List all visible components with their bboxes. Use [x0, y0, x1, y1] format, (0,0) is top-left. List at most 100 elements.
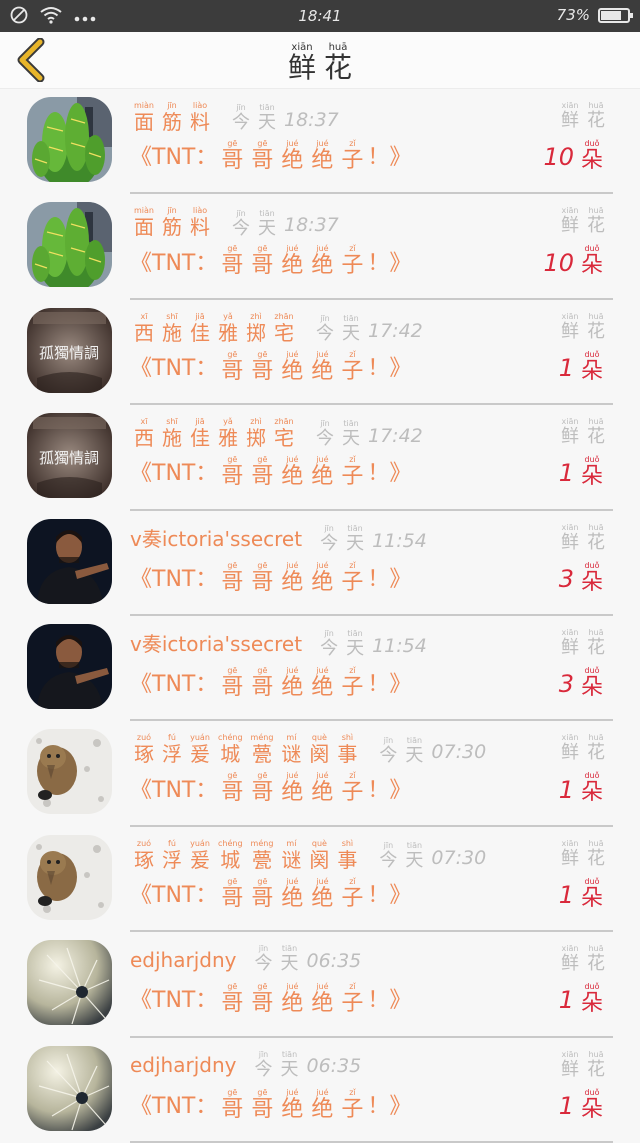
send-time: 18:37 [284, 214, 339, 237]
avatar[interactable] [27, 729, 112, 815]
message-char: gē 哥 [251, 1087, 274, 1122]
avatar[interactable]: 孤獨情調 [27, 413, 112, 499]
flowers-char: huā 花 [587, 206, 605, 237]
unit-char: duǒ 朵 [580, 560, 603, 595]
message-char: jué 绝 [311, 665, 334, 700]
flowers-char: huā 花 [587, 311, 605, 342]
date-label: jīn 今 tiān 天 07:30 [375, 736, 486, 766]
name-char: shī 施 [162, 417, 182, 451]
list-item[interactable]: miàn 面 jīn 筋 liào 料 jīn 今 tiān 天 18:37 xiān 鲜 huā 花《TN… [0, 89, 640, 195]
title-char: xiān 鲜 [287, 42, 316, 85]
flowers-char: xiān 鲜 [561, 1049, 579, 1080]
name-char: zhān 宅 [274, 417, 294, 451]
name-char: méng 甍 [250, 838, 274, 872]
unit-char: duǒ 朵 [580, 1087, 603, 1122]
flowers-char: huā 花 [587, 1049, 605, 1080]
message-char: jué 绝 [281, 244, 304, 279]
send-time: 07:30 [431, 846, 487, 869]
status-time: 18:41 [298, 7, 342, 25]
avatar[interactable] [27, 623, 112, 709]
flowers-char: xiān 鲜 [561, 522, 579, 553]
date-label: jīn 今 tiān 天 18:37 [228, 103, 339, 133]
message-char: gē 哥 [251, 771, 274, 806]
message-char: zǐ 子 [341, 876, 364, 911]
avatar[interactable] [27, 518, 112, 604]
name-char: chéng 城 [218, 733, 243, 767]
sender-name: v奏ictoria'ssecret [130, 631, 303, 656]
message-char: gē 哥 [221, 244, 244, 279]
message-char: zǐ 子 [341, 560, 364, 595]
message-char: jué 绝 [311, 1087, 334, 1122]
date-char: tiān 天 [346, 523, 365, 554]
unit-char: duǒ 朵 [580, 349, 603, 384]
list-item-content: edjharjdny jīn 今 tiān 天 06:35 xiān 鲜 huā 花《TNT： gē… [130, 1038, 613, 1143]
flower-count: 1 duǒ 朵 [558, 982, 603, 1017]
avatar[interactable]: 孤獨情調 [27, 307, 112, 393]
avatar[interactable] [27, 834, 112, 920]
name-char: liào 料 [190, 206, 210, 240]
message-char: zǐ 子 [341, 349, 364, 384]
sender-name: miàn 面 jīn 筋 liào 料 [130, 206, 214, 238]
list-item[interactable]: edjharjdny jīn 今 tiān 天 06:35 xiān 鲜 huā 花《TNT： gē… [0, 1038, 640, 1143]
list-item[interactable]: zuó 琢 fú 浮 yuán 爰 chéng 城 méng 甍 mí 谜 què 阕 shì 事 jīn 今 ti… [0, 721, 640, 827]
date-char: jīn 今 [379, 840, 398, 871]
message-char: jué 绝 [281, 349, 304, 384]
name-char: méng 甍 [250, 733, 274, 767]
flower-count: 1 duǒ 朵 [558, 349, 603, 384]
date-char: tiān 天 [342, 313, 360, 344]
avatar[interactable] [27, 1045, 112, 1131]
name-char: yuán 爰 [190, 838, 210, 872]
unit-char: duǒ 朵 [580, 665, 603, 700]
message-char: jué 绝 [281, 771, 304, 806]
send-time: 17:42 [368, 319, 423, 342]
avatar[interactable] [27, 202, 112, 288]
flowers-label: xiān 鲜 huā 花 [557, 312, 609, 342]
date-char: jīn 今 [379, 735, 398, 766]
message-char: gē 哥 [221, 455, 244, 490]
name-char: què 阕 [309, 733, 330, 767]
send-time: 11:54 [372, 529, 427, 552]
list-item[interactable]: edjharjdny jīn 今 tiān 天 06:35 xiān 鲜 huā 花《TNT： gē… [0, 932, 640, 1038]
message-text: 《TNT： gē 哥 gē 哥 jué 绝 jué 绝 zǐ 子！》 [130, 771, 412, 806]
message-text: 《TNT： gē 哥 gē 哥 jué 绝 jué 绝 zǐ 子！》 [130, 455, 412, 490]
list-item[interactable]: v奏ictoria'ssecret jīn 今 tiān 天 11:54 xiān 鲜 huā 花… [0, 616, 640, 722]
message-char: gē 哥 [221, 771, 244, 806]
back-button[interactable] [12, 37, 56, 83]
message-char: jué 绝 [311, 560, 334, 595]
sender-name: v奏ictoria'ssecret [130, 526, 303, 551]
avatar[interactable] [27, 97, 112, 182]
unit-char: duǒ 朵 [580, 771, 603, 806]
name-char: zuó 琢 [134, 733, 154, 767]
battery-percent: 73% [556, 6, 590, 24]
flower-count: 1 duǒ 朵 [558, 876, 603, 911]
message-char: zǐ 子 [341, 982, 364, 1017]
message-char: jué 绝 [311, 349, 334, 384]
list-item[interactable]: v奏ictoria'ssecret jīn 今 tiān 天 11:54 xiān 鲜 huā 花… [0, 511, 640, 616]
list-item-content: edjharjdny jīn 今 tiān 天 06:35 xiān 鲜 huā 花《TNT： gē… [130, 932, 613, 1038]
flowers-char: huā 花 [587, 944, 605, 975]
avatar[interactable] [27, 940, 112, 1026]
unit-char: duǒ 朵 [580, 876, 603, 911]
list-item[interactable]: zuó 琢 fú 浮 yuán 爰 chéng 城 méng 甍 mí 谜 què 阕 shì 事 jīn 今 ti… [0, 827, 640, 933]
message-char: jué 绝 [281, 876, 304, 911]
message-text: 《TNT： gē 哥 gē 哥 jué 绝 jué 绝 zǐ 子！》 [130, 139, 412, 173]
flower-count: 3 duǒ 朵 [558, 665, 603, 700]
flower-count: 1 duǒ 朵 [558, 1087, 603, 1122]
message-char: zǐ 子 [341, 665, 364, 700]
message-char: gē 哥 [251, 876, 274, 911]
list-item-content: xī 西 shī 施 jiā 佳 yǎ 雅 zhì 掷 zhān 宅 jīn 今 tiān 天 17:42 xiā… [130, 300, 613, 406]
message-char: jué 绝 [281, 1087, 304, 1122]
message-char: gē 哥 [221, 1087, 244, 1122]
name-char: zhān 宅 [274, 311, 294, 345]
sender-name: xī 西 shī 施 jiā 佳 yǎ 雅 zhì 掷 zhān 宅 [130, 312, 298, 344]
list-item[interactable]: miàn 面 jīn 筋 liào 料 jīn 今 tiān 天 18:37 xiān 鲜 huā 花《TN… [0, 194, 640, 300]
list-item[interactable]: 孤獨情調 xī 西 shī 施 jiā 佳 yǎ 雅 zhì 掷 zhān 宅 jīn 今 tiān 天 17:4… [0, 405, 640, 511]
flowers-label: xiān 鲜 huā 花 [557, 628, 609, 658]
name-char: jīn 筋 [162, 101, 182, 134]
list-item[interactable]: 孤獨情調 xī 西 shī 施 jiā 佳 yǎ 雅 zhì 掷 zhān 宅 jīn 今 tiān 天 17:4… [0, 300, 640, 406]
sender-name: xī 西 shī 施 jiā 佳 yǎ 雅 zhì 掷 zhān 宅 [130, 417, 298, 449]
message-char: gē 哥 [221, 982, 244, 1017]
date-char: jīn 今 [232, 208, 250, 239]
send-time: 18:37 [284, 109, 339, 131]
chevron-left-icon [17, 37, 45, 83]
